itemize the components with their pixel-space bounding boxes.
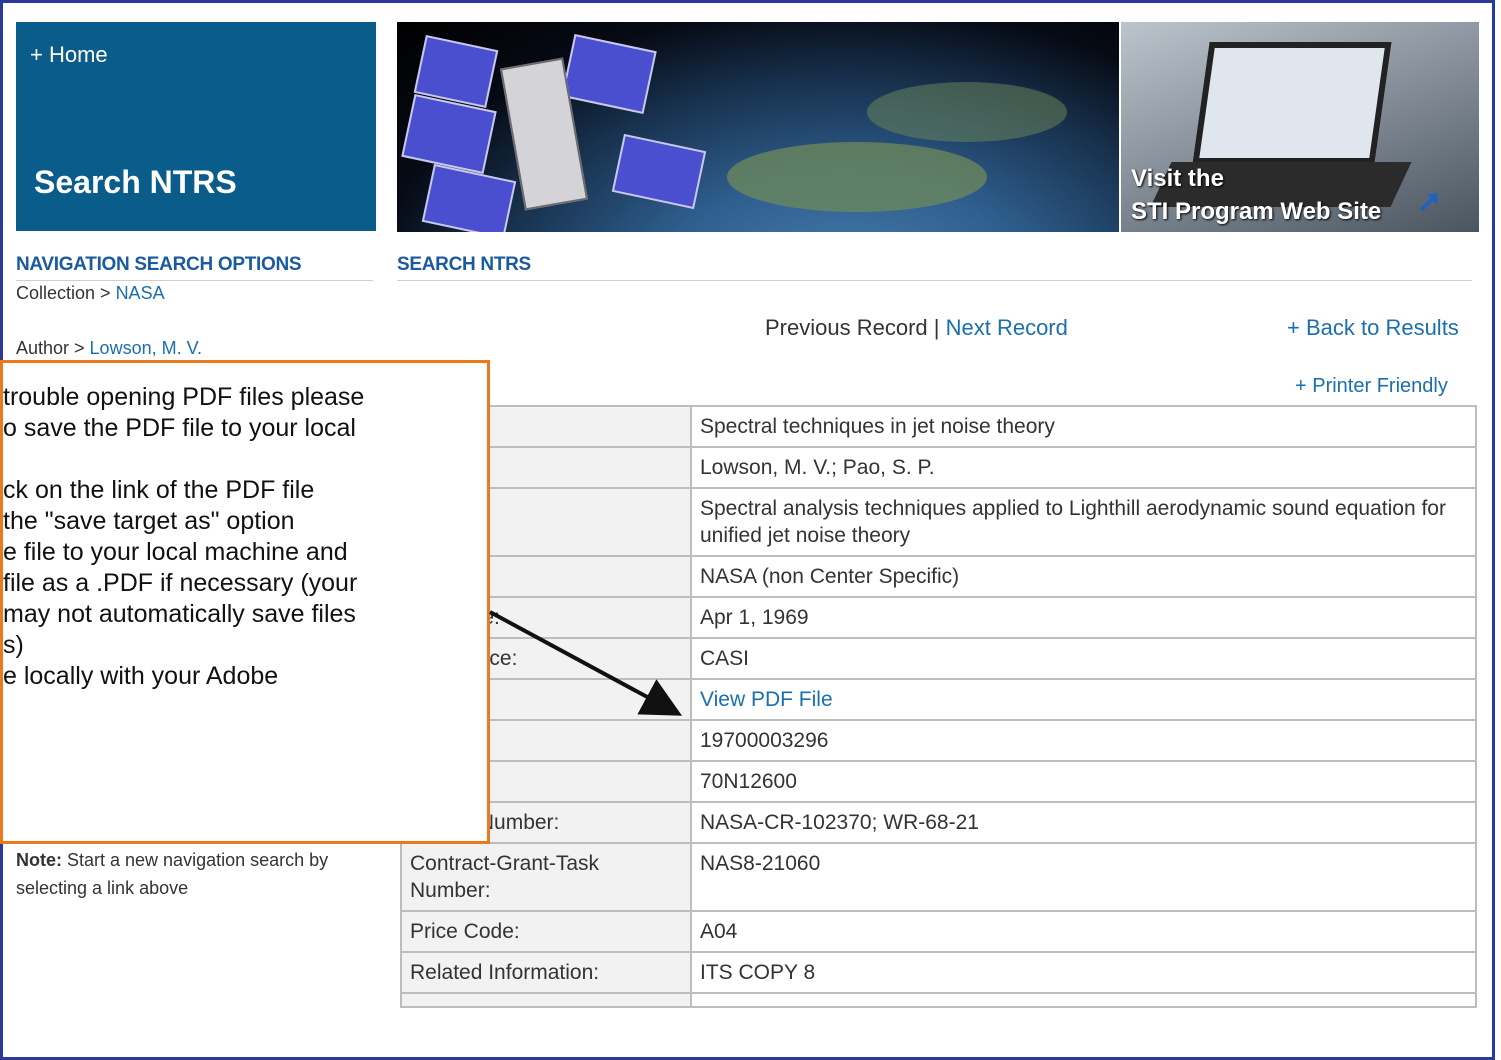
field-value: Spectral analysis techniques applied to … — [690, 487, 1477, 557]
laptop-image — [1192, 42, 1392, 164]
sti-link-text: Visit the STI Program Web Site — [1131, 165, 1382, 225]
previous-record-text: Previous Record — [765, 315, 928, 340]
back-to-results-link[interactable]: + Back to Results — [1287, 315, 1459, 341]
field-value: 19700003296 — [690, 719, 1477, 762]
site-title: Search NTRS — [34, 164, 237, 200]
table-row: on ID:70N12600 — [400, 760, 1477, 803]
sti-program-link[interactable]: Visit the STI Program Web Site ➚ — [1121, 22, 1479, 232]
field-value: NASA-CR-102370; WR-68-21 — [690, 801, 1477, 844]
callout-line: o save the PDF file to your local — [3, 414, 356, 442]
arrow-icon: ➚ — [1417, 185, 1443, 218]
table-row: Spectral techniques in jet noise theory — [400, 405, 1477, 448]
banner: Visit the STI Program Web Site ➚ — [397, 22, 1479, 232]
table-row: Price Code: A04 — [400, 910, 1477, 953]
callout-line: e file to your local machine and — [3, 538, 348, 566]
table-row — [400, 992, 1477, 1008]
home-link[interactable]: + Home — [30, 42, 108, 68]
callout-line: may not automatically save files — [3, 600, 356, 628]
pdf-help-callout: trouble opening PDF files please o save t… — [0, 360, 490, 844]
callout-line: e locally with your Adobe — [3, 662, 279, 690]
table-row: s):Lowson, M. V.; Pao, S. P. — [400, 446, 1477, 489]
callout-line: s) — [3, 631, 24, 659]
search-ntrs-heading: SEARCH NTRS — [397, 254, 1472, 281]
callout-line: file as a .PDF if necessary (your — [3, 569, 358, 597]
field-value: View PDF File — [690, 678, 1477, 721]
table-row: tion Date:Apr 1, 1969 — [400, 596, 1477, 639]
record-navigation: Previous Record | Next Record — [765, 315, 1068, 340]
field-value: Lowson, M. V.; Pao, S. P. — [690, 446, 1477, 489]
table-row: Contract-Grant-Task Number: NAS8-21060 — [400, 842, 1477, 912]
field-label — [400, 992, 692, 1008]
author-lowson-link[interactable]: Lowson, M. V. — [90, 338, 202, 358]
record-metadata-table: Spectral techniques in jet noise theorys… — [400, 405, 1477, 1008]
navigation-search-options-heading: NAVIGATION SEARCH OPTIONS — [16, 254, 373, 281]
navigation-note: Note: Start a new navigation search by s… — [16, 850, 329, 898]
table-row: enter:NASA (non Center Specific) — [400, 555, 1477, 598]
author-filter: Author > Lowson, M. V. — [16, 338, 202, 358]
field-value — [690, 992, 1477, 1008]
callout-line: the "save target as" option — [3, 507, 295, 535]
site-header-panel: + Home Search NTRS — [16, 22, 376, 231]
printer-friendly-link[interactable]: + Printer Friendly — [1295, 375, 1448, 398]
collection-nasa-link[interactable]: NASA — [116, 283, 165, 303]
field-value: 70N12600 — [690, 760, 1477, 803]
field-label: Related Information: — [400, 951, 692, 994]
callout-line: ck on the link of the PDF file — [3, 476, 315, 504]
table-row: Related Information: ITS COPY 8 — [400, 951, 1477, 994]
view-pdf-link[interactable]: View PDF File — [700, 688, 833, 711]
field-label: Price Code: — [400, 910, 692, 953]
collection-filter: Collection > NASA — [16, 283, 165, 303]
callout-line: trouble opening PDF files please — [3, 383, 365, 411]
table-row: ent Source:CASI — [400, 637, 1477, 680]
next-record-link[interactable]: Next Record — [946, 315, 1068, 340]
table-row: Report Number:NASA-CR-102370; WR-68-21 — [400, 801, 1477, 844]
field-value: A04 — [690, 910, 1477, 953]
field-label: Contract-Grant-Task Number: — [400, 842, 692, 912]
field-value: NAS8-21060 — [690, 842, 1477, 912]
field-value: ITS COPY 8 — [690, 951, 1477, 994]
table-row: ent ID:19700003296 — [400, 719, 1477, 762]
table-row: :Spectral analysis techniques applied to… — [400, 487, 1477, 557]
earth-satellite-image — [397, 22, 1119, 232]
table-row: Source:View PDF File — [400, 678, 1477, 721]
field-value: Spectral techniques in jet noise theory — [690, 405, 1477, 448]
field-value: CASI — [690, 637, 1477, 680]
field-value: Apr 1, 1969 — [690, 596, 1477, 639]
field-value: NASA (non Center Specific) — [690, 555, 1477, 598]
